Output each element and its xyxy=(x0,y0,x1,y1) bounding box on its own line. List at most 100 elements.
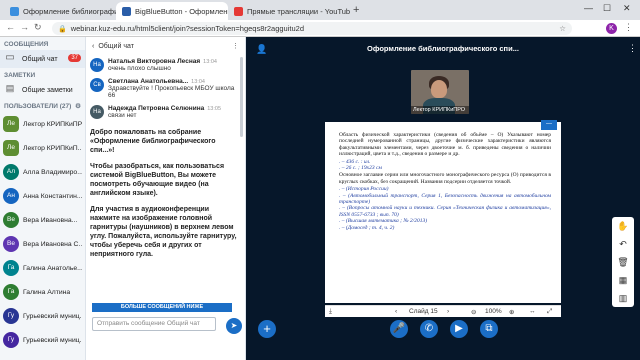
screen-share-button[interactable]: ⧉ xyxy=(480,320,498,338)
chat-time: 13:04 xyxy=(203,59,217,65)
forward-icon[interactable]: → xyxy=(20,22,29,32)
previous-slide-button[interactable]: ‹ xyxy=(395,308,397,315)
bookmark-star-icon[interactable]: ☆ xyxy=(559,24,566,33)
slide-example: . – 26 с. ; 19х23 см xyxy=(339,165,382,172)
url-field[interactable]: 🔒 webinar.kuz-edu.ru/html5client/join?se… xyxy=(52,22,572,35)
browser-tab-2[interactable]: BigBlueButton - Оформлени ✕ xyxy=(116,2,228,20)
browser-menu-icon[interactable]: ⋮ xyxy=(624,22,633,33)
user-list-item[interactable]: Ал Алла Владимиро... xyxy=(0,160,85,184)
webcam-video[interactable]: Лектор КРИПКиПРО xyxy=(411,70,469,114)
actions-plus-button[interactable]: + xyxy=(258,320,276,338)
bbb-app: СООБЩЕНИЯ ▭ Общий чат 37 ЗАМЕТКИ ▤ Общие… xyxy=(0,37,640,360)
chat-message: На Надежда Петровна Селюнина 13:05 связи не… xyxy=(86,102,244,122)
multi-user-icon[interactable]: ▦ xyxy=(612,271,634,289)
tab-label: Прямые трансляции - YouTube xyxy=(247,6,350,16)
presentation-area: 👤 Оформление библиографического спи... ⋮… xyxy=(246,37,640,360)
close-window-button[interactable]: ✕ xyxy=(623,3,631,14)
hand-tool-icon[interactable]: ✋ xyxy=(612,217,634,235)
fit-width-icon[interactable]: ↔ xyxy=(529,308,536,315)
avatar: На xyxy=(90,105,104,119)
settings-gear-icon[interactable]: ⚙ xyxy=(75,102,81,110)
zoom-out-icon[interactable]: ⊖ xyxy=(471,308,476,316)
public-chat-item[interactable]: ▭ Общий чат 37 xyxy=(0,50,85,68)
user-name: Анна Константин... xyxy=(23,192,82,200)
address-bar: ← → ↻ 🔒 webinar.kuz-edu.ru/html5client/j… xyxy=(0,20,640,37)
more-messages-banner[interactable]: БОЛЬШЕ СООБЩЕНИЙ НИЖЕ xyxy=(92,303,232,312)
maximize-button[interactable]: ☐ xyxy=(603,3,611,14)
favicon-icon xyxy=(122,6,131,16)
tab-label: BigBlueButton - Оформлени xyxy=(135,6,228,16)
slide-paragraph: Основное заглавие серии или многочастног… xyxy=(339,172,551,185)
chat-sender: Наталья Викторовна Лесная 13:04 xyxy=(108,58,217,65)
minimize-presentation-button[interactable]: — xyxy=(541,120,557,130)
camera-button[interactable]: ▶ xyxy=(450,320,468,338)
chat-text: очень плохо слышно xyxy=(108,65,171,72)
youtube-icon xyxy=(234,6,243,16)
user-name: Лектор КРИПКиПРО xyxy=(23,120,82,128)
user-name: Лектор КРИПКиП... xyxy=(23,144,82,152)
avatar: Га xyxy=(3,284,19,300)
user-list-item[interactable]: Ан Анна Константин... xyxy=(0,184,85,208)
browser-tabbar: Оформление библиографическо ✕ BigBlueBut… xyxy=(0,0,640,20)
user-list-item[interactable]: Ле Лектор КРИПКиП... xyxy=(0,136,85,160)
reload-icon[interactable]: ↻ xyxy=(34,22,42,33)
next-slide-button[interactable]: › xyxy=(447,308,449,315)
url-text: webinar.kuz-edu.ru/html5client/join?sess… xyxy=(70,24,304,33)
avatar: Ан xyxy=(3,188,19,204)
avatar: Га xyxy=(3,260,19,276)
chat-scrollbar[interactable] xyxy=(240,57,243,137)
shared-notes-item[interactable]: ▤ Общие заметки xyxy=(0,81,85,99)
microphone-button[interactable]: 🎤 xyxy=(390,320,408,338)
user-list-item[interactable]: Га Галина Анатолье... xyxy=(0,256,85,280)
user-list-item[interactable]: Ле Лектор КРИПКиПРО xyxy=(0,112,85,136)
notes-icon: ▤ xyxy=(5,83,15,93)
browser-tab-1[interactable]: Оформление библиографическо ✕ xyxy=(4,2,116,20)
webcam-label: Лектор КРИПКиПРО xyxy=(411,106,469,114)
avatar: Гу xyxy=(3,308,19,324)
presentation-slide[interactable]: — Область физической характеристики (све… xyxy=(325,120,561,317)
welcome-paragraph-1: Добро пожаловать на собрание «Оформление… xyxy=(90,129,216,154)
minimize-button[interactable]: — xyxy=(584,3,593,13)
user-list-item[interactable]: Ве Вера Ивановна С... xyxy=(0,232,85,256)
browser-tab-3[interactable]: Прямые трансляции - YouTube ✕ xyxy=(228,2,350,20)
avatar: Гу xyxy=(3,332,19,348)
clear-icon[interactable]: 🗑 xyxy=(612,253,634,271)
chat-sender: Надежда Петровна Селюнина 13:05 xyxy=(108,105,221,112)
chat-icon: ▭ xyxy=(5,52,15,63)
new-tab-button[interactable]: + xyxy=(353,4,359,16)
user-list-item[interactable]: Гу Гурьевский муниц... xyxy=(0,328,85,352)
chat-options-icon[interactable]: ⋮ xyxy=(232,42,239,50)
chat-message: На Наталья Викторовна Лесная 13:04 очень пл… xyxy=(86,55,244,75)
user-list-item[interactable]: Га Галина Алтина xyxy=(0,280,85,304)
chat-message-body: Наталья Викторовна Лесная 13:04 очень плох… xyxy=(108,58,217,72)
avatar: На xyxy=(90,58,104,72)
users-section-title: ПОЛЬЗОВАТЕЛИ (27) ⚙ xyxy=(4,102,81,110)
meeting-title: Оформление библиографического спи... xyxy=(367,44,519,53)
chart-icon[interactable]: ▥ xyxy=(612,289,634,307)
avatar: Св xyxy=(90,78,104,92)
chat-message-input[interactable]: Отправить сообщение Общий чат xyxy=(92,317,216,331)
download-icon[interactable]: ⤓ xyxy=(329,308,332,316)
chat-sender-name: Наталья Викторовна Лесная xyxy=(108,58,201,65)
user-name: Вера Ивановна... xyxy=(23,216,78,224)
fullscreen-icon[interactable]: ⤢ xyxy=(547,308,552,316)
user-list-item[interactable]: Ве Вера Ивановна... xyxy=(0,208,85,232)
phone-button[interactable]: ✆ xyxy=(420,320,438,338)
profile-avatar[interactable]: K xyxy=(606,23,617,34)
webcam-face xyxy=(431,80,447,98)
presentation-toolbar: ⤓ ‹ Слайд 15 › ⊖ 100% ⊕ ↔ ⤢ xyxy=(325,305,561,317)
undo-icon[interactable]: ↶ xyxy=(612,235,634,253)
chevron-left-icon[interactable]: ‹ xyxy=(92,43,94,50)
chat-message-body: Светлана Анатольевна... 13:04 Здравствуйте… xyxy=(108,78,240,99)
slide-example: . – (Автомобильный транспорт, Серия 1, Б… xyxy=(339,192,551,206)
chat-message-body: Надежда Петровна Селюнина 13:05 связи нет xyxy=(108,105,221,119)
zoom-in-icon[interactable]: ⊕ xyxy=(509,308,514,316)
slide-selector[interactable]: Слайд 15 xyxy=(409,308,438,315)
user-list-item[interactable]: Гу Гурьевский муниц... xyxy=(0,304,85,328)
send-button[interactable]: ➤ xyxy=(226,318,242,334)
options-menu-icon[interactable]: ⋮ xyxy=(628,43,637,54)
back-icon[interactable]: ← xyxy=(6,22,15,32)
whiteboard-tools: ✋ ↶ 🗑 ▦ ▥ xyxy=(612,217,634,307)
chat-sender-name: Светлана Анатольевна... xyxy=(108,78,189,85)
user-name: Гурьевский муниц... xyxy=(23,336,82,344)
